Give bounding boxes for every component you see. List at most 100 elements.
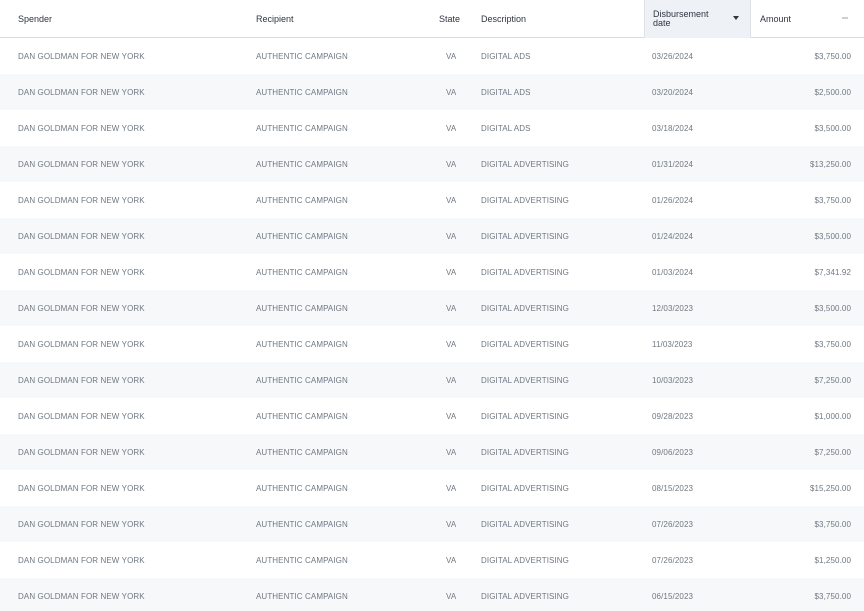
- cell-disbursement-date: 07/26/2023: [652, 555, 694, 565]
- cell-description: DIGITAL ADVERTISING: [481, 519, 569, 529]
- cell-description: DIGITAL ADVERTISING: [481, 195, 569, 205]
- cell-state: VA: [446, 375, 457, 385]
- cell-state: VA: [446, 411, 457, 421]
- cell-amount: $3,750.00: [814, 339, 851, 349]
- table-row[interactable]: DAN GOLDMAN FOR NEW YORK AUTHENTIC CAMPAI…: [0, 74, 864, 110]
- cell-state: VA: [446, 159, 457, 169]
- table-row[interactable]: DAN GOLDMAN FOR NEW YORK AUTHENTIC CAMPAI…: [0, 290, 864, 326]
- column-header-state[interactable]: State: [439, 0, 475, 38]
- cell-description: DIGITAL ADS: [481, 87, 531, 97]
- cell-recipient: AUTHENTIC CAMPAIGN: [256, 555, 348, 565]
- cell-description: DIGITAL ADVERTISING: [481, 267, 569, 277]
- table-row[interactable]: DAN GOLDMAN FOR NEW YORK AUTHENTIC CAMPAI…: [0, 38, 864, 74]
- table-row[interactable]: DAN GOLDMAN FOR NEW YORK AUTHENTIC CAMPAI…: [0, 362, 864, 398]
- cell-spender: DAN GOLDMAN FOR NEW YORK: [18, 51, 145, 61]
- column-header-disbursement-date[interactable]: Disbursement date: [644, 0, 751, 38]
- table-row[interactable]: DAN GOLDMAN FOR NEW YORK AUTHENTIC CAMPAI…: [0, 434, 864, 470]
- cell-spender: DAN GOLDMAN FOR NEW YORK: [18, 267, 145, 277]
- cell-disbursement-date: 12/03/2023: [652, 303, 694, 313]
- cell-description: DIGITAL ADVERTISING: [481, 339, 569, 349]
- cell-description: DIGITAL ADS: [481, 51, 531, 61]
- column-menu-icon[interactable]: [840, 13, 850, 23]
- table-row[interactable]: DAN GOLDMAN FOR NEW YORK AUTHENTIC CAMPAI…: [0, 506, 864, 542]
- cell-recipient: AUTHENTIC CAMPAIGN: [256, 483, 348, 493]
- cell-spender: DAN GOLDMAN FOR NEW YORK: [18, 231, 145, 241]
- cell-spender: DAN GOLDMAN FOR NEW YORK: [18, 159, 145, 169]
- cell-disbursement-date: 11/03/2023: [652, 339, 693, 349]
- cell-state: VA: [446, 339, 457, 349]
- table-row[interactable]: DAN GOLDMAN FOR NEW YORK AUTHENTIC CAMPAI…: [0, 542, 864, 578]
- table-body: DAN GOLDMAN FOR NEW YORK AUTHENTIC CAMPAI…: [0, 38, 864, 611]
- column-label-amount: Amount: [760, 14, 792, 24]
- cell-disbursement-date: 01/26/2024: [652, 195, 694, 205]
- cell-disbursement-date: 09/28/2023: [652, 411, 694, 421]
- cell-disbursement-date: 06/15/2023: [652, 591, 694, 601]
- cell-description: DIGITAL ADVERTISING: [481, 231, 569, 241]
- cell-spender: DAN GOLDMAN FOR NEW YORK: [18, 195, 145, 205]
- cell-recipient: AUTHENTIC CAMPAIGN: [256, 375, 348, 385]
- table-row[interactable]: DAN GOLDMAN FOR NEW YORK AUTHENTIC CAMPAI…: [0, 398, 864, 434]
- sort-down-icon[interactable]: [732, 13, 740, 21]
- cell-recipient: AUTHENTIC CAMPAIGN: [256, 231, 348, 241]
- cell-spender: DAN GOLDMAN FOR NEW YORK: [18, 591, 145, 601]
- cell-description: DIGITAL ADVERTISING: [481, 447, 569, 457]
- table-row[interactable]: DAN GOLDMAN FOR NEW YORK AUTHENTIC CAMPAI…: [0, 470, 864, 506]
- cell-recipient: AUTHENTIC CAMPAIGN: [256, 411, 348, 421]
- cell-state: VA: [446, 267, 457, 277]
- cell-description: DIGITAL ADVERTISING: [481, 303, 569, 313]
- cell-amount: $3,750.00: [814, 591, 851, 601]
- column-label-disbursement-date: Disbursement date: [653, 9, 709, 28]
- cell-amount: $2,500.00: [814, 87, 851, 97]
- column-label-recipient: Recipient: [256, 14, 294, 24]
- cell-recipient: AUTHENTIC CAMPAIGN: [256, 267, 348, 277]
- cell-recipient: AUTHENTIC CAMPAIGN: [256, 339, 348, 349]
- cell-disbursement-date: 01/31/2024: [652, 159, 694, 169]
- cell-description: DIGITAL ADVERTISING: [481, 591, 569, 601]
- cell-amount: $3,750.00: [814, 519, 851, 529]
- column-header-amount[interactable]: Amount: [757, 0, 856, 38]
- column-header-recipient[interactable]: Recipient: [256, 0, 416, 38]
- cell-recipient: AUTHENTIC CAMPAIGN: [256, 159, 348, 169]
- cell-spender: DAN GOLDMAN FOR NEW YORK: [18, 87, 145, 97]
- cell-amount: $3,500.00: [814, 123, 851, 133]
- cell-recipient: AUTHENTIC CAMPAIGN: [256, 51, 348, 61]
- table-row[interactable]: DAN GOLDMAN FOR NEW YORK AUTHENTIC CAMPAI…: [0, 326, 864, 362]
- table-row[interactable]: DAN GOLDMAN FOR NEW YORK AUTHENTIC CAMPAI…: [0, 146, 864, 182]
- cell-recipient: AUTHENTIC CAMPAIGN: [256, 87, 348, 97]
- cell-disbursement-date: 07/26/2023: [652, 519, 694, 529]
- cell-amount: $13,250.00: [809, 159, 851, 169]
- cell-state: VA: [446, 51, 457, 61]
- table-row[interactable]: DAN GOLDMAN FOR NEW YORK AUTHENTIC CAMPAI…: [0, 254, 864, 290]
- cell-spender: DAN GOLDMAN FOR NEW YORK: [18, 411, 145, 421]
- cell-amount: $3,750.00: [814, 195, 851, 205]
- cell-amount: $3,750.00: [814, 51, 851, 61]
- cell-disbursement-date: 03/26/2024: [652, 51, 694, 61]
- cell-state: VA: [446, 87, 457, 97]
- cell-disbursement-date: 08/15/2023: [652, 483, 694, 493]
- table-header: Spender Recipient State Description Disb…: [0, 0, 864, 38]
- cell-state: VA: [446, 519, 457, 529]
- cell-recipient: AUTHENTIC CAMPAIGN: [256, 591, 348, 601]
- cell-recipient: AUTHENTIC CAMPAIGN: [256, 519, 348, 529]
- table-row[interactable]: DAN GOLDMAN FOR NEW YORK AUTHENTIC CAMPAI…: [0, 218, 864, 254]
- column-header-description[interactable]: Description: [481, 0, 641, 38]
- cell-description: DIGITAL ADVERTISING: [481, 555, 569, 565]
- cell-description: DIGITAL ADS: [481, 123, 531, 133]
- table-row[interactable]: DAN GOLDMAN FOR NEW YORK AUTHENTIC CAMPAI…: [0, 578, 864, 611]
- cell-spender: DAN GOLDMAN FOR NEW YORK: [18, 123, 145, 133]
- cell-state: VA: [446, 123, 457, 133]
- cell-spender: DAN GOLDMAN FOR NEW YORK: [18, 555, 145, 565]
- cell-description: DIGITAL ADVERTISING: [481, 483, 569, 493]
- cell-amount: $1,250.00: [814, 555, 851, 565]
- cell-spender: DAN GOLDMAN FOR NEW YORK: [18, 519, 145, 529]
- cell-amount: $7,341.92: [814, 267, 851, 277]
- cell-disbursement-date: 09/06/2023: [652, 447, 694, 457]
- table-row[interactable]: DAN GOLDMAN FOR NEW YORK AUTHENTIC CAMPAI…: [0, 110, 864, 146]
- cell-recipient: AUTHENTIC CAMPAIGN: [256, 447, 348, 457]
- cell-spender: DAN GOLDMAN FOR NEW YORK: [18, 303, 145, 313]
- cell-amount: $3,500.00: [814, 303, 851, 313]
- table-row[interactable]: DAN GOLDMAN FOR NEW YORK AUTHENTIC CAMPAI…: [0, 182, 864, 218]
- column-header-spender[interactable]: Spender: [18, 0, 238, 38]
- cell-recipient: AUTHENTIC CAMPAIGN: [256, 195, 348, 205]
- cell-amount: $15,250.00: [809, 483, 851, 493]
